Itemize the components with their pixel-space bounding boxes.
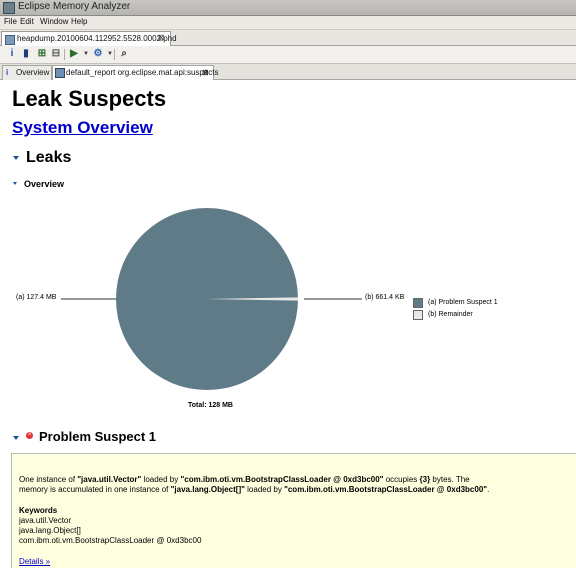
keywords-heading: Keywords [19,506,58,515]
toolbar: i ▮ ⊞ ⊟ ▶ ▼ ⚙ ▼ ⌕ [0,46,576,64]
search-icon[interactable]: ⌕ [118,48,130,60]
text-span: memory is accumulated in one instance of [19,485,171,494]
title-bar: Eclipse Memory Analyzer [0,0,576,16]
details-link[interactable]: Details » [19,557,50,566]
text-span: bytes. The [430,475,470,484]
chevron-down-icon[interactable]: ▼ [80,48,92,60]
keyword-item: com.ibm.oti.vm.BootstrapClassLoader @ 0x… [19,536,202,545]
report-content: Leak Suspects System Overview Leaks Over… [0,80,576,568]
oql-icon[interactable]: ⊟ [50,48,62,60]
menu-file[interactable]: File [4,17,17,26]
text-span: loaded by [244,485,285,494]
close-icon[interactable]: ⊠ [158,33,165,42]
menu-bar: File Edit Window Help [0,16,576,30]
legend-swatch-b [413,310,423,320]
toolbar-separator [114,49,115,60]
problem-suspect-heading: Problem Suspect 1 [39,429,157,444]
error-icon: × [26,432,33,439]
query-browser-icon[interactable]: ⚙ [92,48,104,60]
tab-default-report[interactable]: default_report org.eclipse.mat.api:suspe… [52,65,219,80]
text-span: . [487,485,490,494]
view-tab-bar: i Overview default_report org.eclipse.ma… [0,64,576,80]
window-title: Eclipse Memory Analyzer [18,1,131,12]
text-span: loaded by [141,475,181,484]
dominator-tree-icon[interactable]: ⊞ [36,48,48,60]
editor-tab-bar: heapdump.20100604.112952.5528.0002.phd ⊠ [0,30,576,46]
suspect-description-line2: memory is accumulated in one instance of… [19,485,489,494]
menu-edit[interactable]: Edit [20,17,34,26]
editor-tab-label: heapdump.20100604.112952.5528.0002.phd [17,34,177,43]
info-icon[interactable]: i [6,48,18,60]
menu-help[interactable]: Help [71,17,87,26]
class-name: "java.lang.Object[]" [170,485,245,494]
keyword-item: java.util.Vector [19,516,72,525]
info-icon: i [6,68,9,77]
classloader-name: "com.ibm.oti.vm.BootstrapClassLoader @ 0… [180,475,384,484]
bytes-value: {3} [419,475,431,484]
classloader-name: "com.ibm.oti.vm.BootstrapClassLoader @ 0… [284,485,488,494]
close-icon[interactable]: ⊠ [202,68,209,77]
text-span: occupies [383,475,420,484]
legend-label-a: (a) Problem Suspect 1 [428,299,498,306]
run-report-icon[interactable]: ▶ [68,48,80,60]
pie-total: Total: 128 MB [188,402,233,409]
tab-overview-label: Overview [16,68,50,77]
report-icon [55,68,65,78]
tab-overview[interactable]: i Overview [2,65,52,80]
chevron-down-icon[interactable] [13,436,19,440]
text-span: One instance of [19,475,78,484]
editor-tab-heapdump[interactable]: heapdump.20100604.112952.5528.0002.phd ⊠ [1,31,177,46]
histogram-icon[interactable]: ▮ [20,48,32,60]
legend-label-b: (b) Remainder [428,311,473,318]
tab-default-report-label: default_report org.eclipse.mat.api:suspe… [66,68,219,77]
suspect-description-line1: One instance of "java.util.Vector" loade… [19,475,470,484]
pie-chart [61,208,362,390]
menu-window[interactable]: Window [40,17,68,26]
toolbar-separator [64,49,65,60]
pie-label-b: (b) 661.4 KB [365,294,405,301]
heapdump-file-icon [5,35,15,45]
pie-label-a: (a) 127.4 MB [16,294,57,301]
keyword-item: java.lang.Object[] [19,526,81,535]
problem-suspect-box: One instance of "java.util.Vector" loade… [11,453,576,568]
class-name: "java.util.Vector" [77,475,142,484]
legend-swatch-a [413,298,423,308]
app-icon [3,2,15,14]
